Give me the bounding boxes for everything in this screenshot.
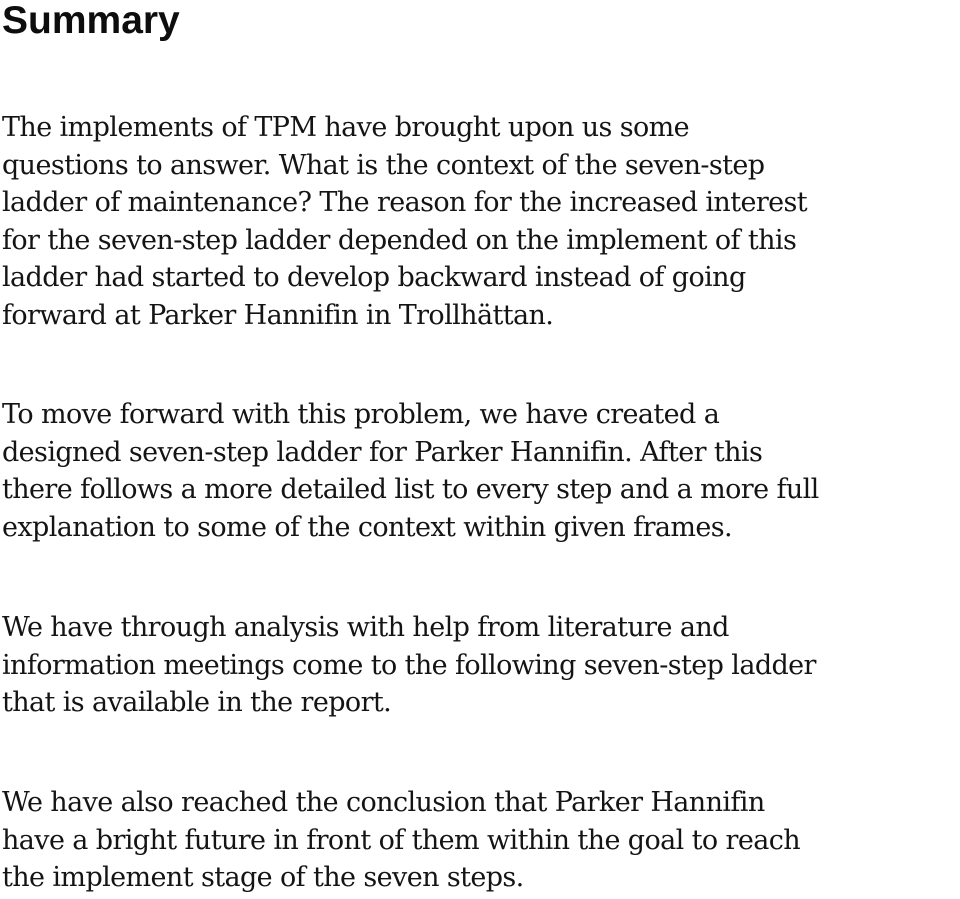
text-line: We have also reached the conclusion that… (2, 787, 765, 818)
text-line: the implement stage of the seven steps. (2, 862, 524, 893)
text-line: We have through analysis with help from … (2, 612, 729, 643)
text-line: have a bright future in front of them wi… (2, 824, 801, 856)
text-line: that is available in the report. (2, 687, 392, 718)
text-line: questions to answer. What is the context… (2, 149, 765, 181)
paragraph-conclusion: We have also reached the conclusion that… (2, 784, 801, 897)
text-line: explanation to some of the context withi… (2, 511, 733, 543)
text-line: designed seven-step ladder for Parker Ha… (2, 436, 763, 468)
text-line: for the seven-step ladder depended on th… (2, 224, 797, 256)
text-line: ladder of maintenance? The reason for th… (2, 187, 808, 218)
page-heading: Summary (2, 0, 180, 42)
text-line: The implements of TPM have brought upon … (2, 112, 690, 143)
paragraph-tpm-context: The implements of TPM have brought upon … (2, 109, 808, 334)
text-line: ladder had started to develop backward i… (2, 262, 746, 293)
paragraph-designed-ladder: To move forward with this problem, we ha… (2, 396, 819, 546)
text-line: To move forward with this problem, we ha… (2, 399, 720, 430)
text-line: forward at Parker Hannifin in Trollhätta… (2, 299, 554, 331)
paragraph-analysis: We have through analysis with help from … (2, 609, 816, 722)
text-line: information meetings come to the followi… (2, 649, 816, 681)
text-line: there follows a more detailed list to ev… (2, 474, 819, 505)
